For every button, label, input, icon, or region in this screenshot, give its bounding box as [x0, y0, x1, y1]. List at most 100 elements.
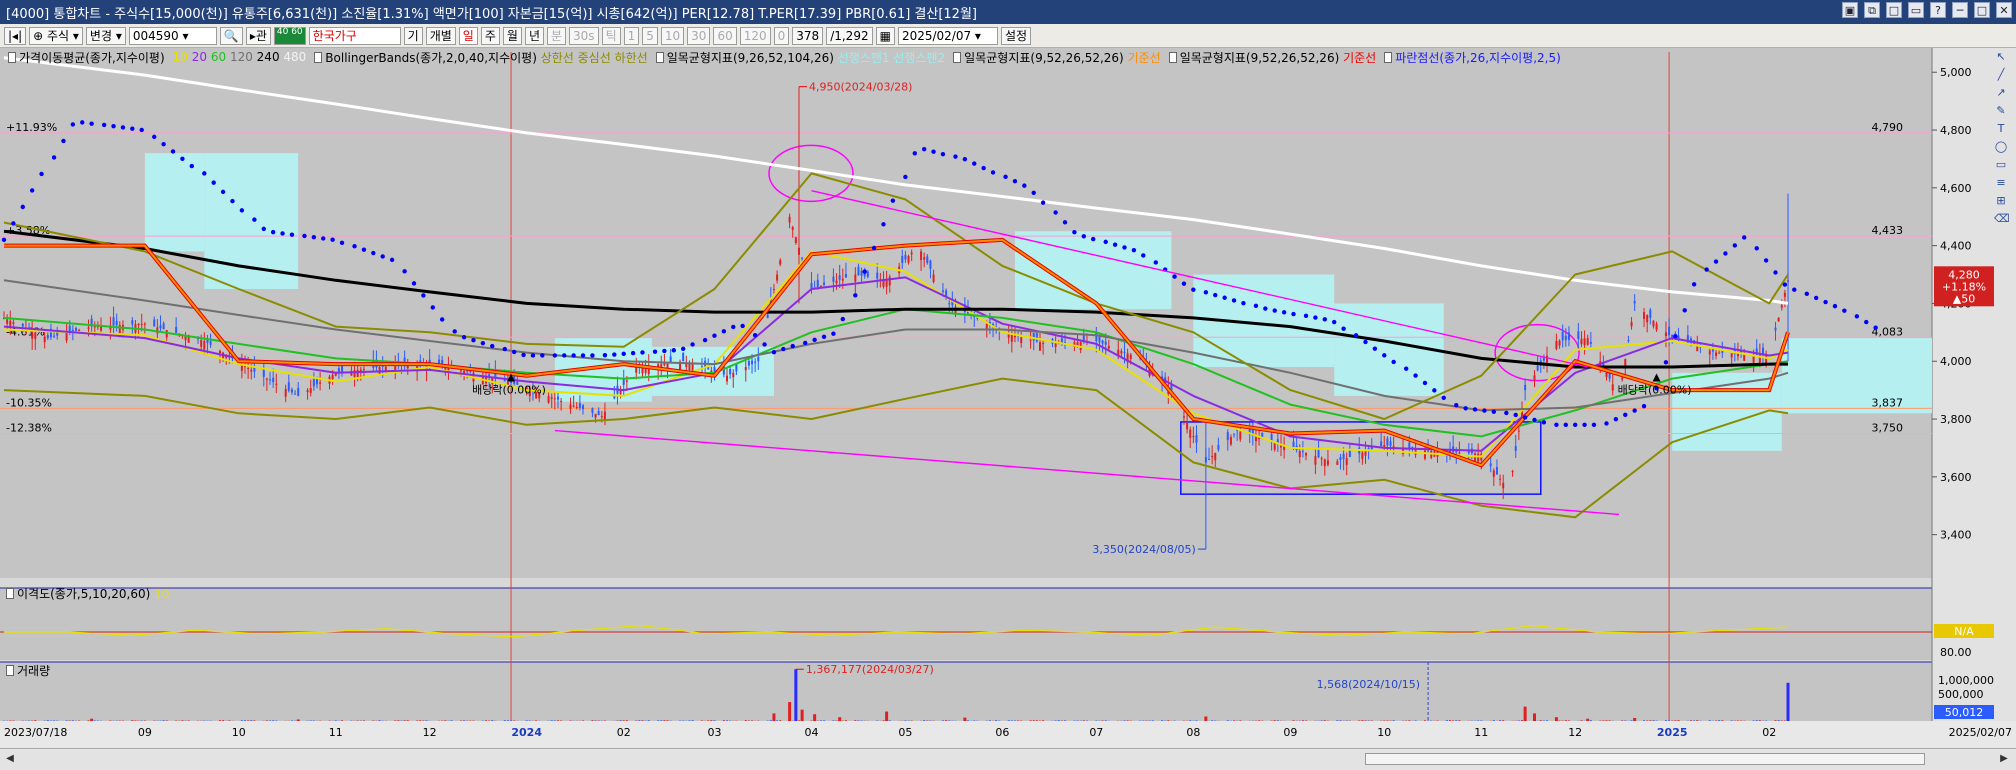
rect-tool-icon[interactable]: ▭ [1994, 158, 2008, 172]
legend-ichi3[interactable]: 일목균형지표(9,52,26,52,26) 기준선 [1168, 49, 1376, 66]
psar-dot [1391, 359, 1396, 365]
minute-60-button[interactable]: 60 [713, 26, 737, 45]
period-day-tab[interactable]: 일 [458, 26, 478, 45]
psar-dot [981, 165, 986, 171]
minute-30-button[interactable]: 30 [687, 26, 711, 45]
volume-bar [1758, 720, 1761, 721]
psar-dot [1222, 295, 1227, 300]
market-select[interactable]: ⊕ 주식 ▾ [29, 26, 83, 45]
volume-bar [945, 720, 948, 721]
prev-stock-button[interactable]: ▸관 [245, 26, 271, 45]
pen-tool-icon[interactable]: ✎ [1994, 104, 2008, 118]
text-tool-icon[interactable]: T [1994, 122, 2008, 136]
change-select[interactable]: 변경 ▾ [85, 26, 126, 45]
psar-dot [461, 335, 467, 340]
legend-ichi2[interactable]: 일목균형지표(9,52,26,52,26) 기준선 [953, 49, 1161, 66]
psar-dot [1432, 388, 1437, 393]
delete-tool-icon[interactable]: ⌫ [1994, 212, 2010, 226]
layout-button[interactable]: □ [1886, 2, 1902, 18]
line-tool-icon[interactable]: ╱ [1994, 68, 2008, 82]
psar-dot [1072, 230, 1077, 235]
checkbox-icon[interactable] [314, 51, 323, 63]
psar-dot [680, 346, 686, 352]
volume-bar [1777, 720, 1780, 721]
ray-tool-icon[interactable]: ↗ [1994, 86, 2008, 100]
volume-bar [582, 720, 585, 721]
psar-dot [1673, 334, 1678, 339]
code-input[interactable]: 004590 ▾ [128, 26, 217, 45]
x-tick-label: 2024 [511, 726, 542, 739]
volume-bar [995, 720, 998, 721]
scroll-thumb[interactable] [1365, 753, 1925, 765]
scroll-right-icon[interactable]: ▶ [1996, 751, 2012, 767]
volume-bar [1652, 720, 1655, 721]
volume-bar [769, 720, 772, 721]
checkbox-icon[interactable] [6, 665, 14, 676]
minimize-button[interactable]: ─ [1952, 2, 1968, 18]
volume-spike [1533, 713, 1537, 721]
minute-10-button[interactable]: 10 [660, 26, 685, 45]
volume-bar [1605, 720, 1608, 721]
volume-bar [513, 720, 516, 721]
count-input[interactable]: 378 [792, 26, 824, 45]
calendar-icon[interactable]: ▦ [875, 26, 895, 45]
minute-120-button[interactable]: 120 [739, 26, 771, 45]
help-button[interactable]: ? [1930, 2, 1946, 18]
scroll-left-icon[interactable]: ◀ [2, 751, 18, 767]
expand-icon[interactable]: |◂| [4, 26, 27, 45]
interval-input[interactable]: 0 [773, 26, 790, 45]
legend-bb[interactable]: BollingerBands(종가,2,0,40,지수이평) 상한선 중심선 하… [314, 49, 648, 66]
candle-body [729, 369, 732, 375]
volume-bar [1677, 720, 1680, 721]
date-select[interactable]: 2025/02/07 ▾ [897, 26, 998, 45]
settings-button[interactable]: 설정 [1000, 26, 1032, 45]
stock-name-field[interactable]: 한국가구 [308, 26, 401, 45]
checkbox-icon[interactable] [1168, 51, 1177, 63]
volume-bar [1608, 720, 1611, 721]
checkbox-icon[interactable] [1384, 51, 1393, 63]
checkbox-icon[interactable] [6, 588, 14, 599]
candle-body [1524, 384, 1527, 391]
period-30s-tab[interactable]: 30s [569, 26, 599, 45]
ellipse-tool-icon[interactable]: ◯ [1994, 140, 2008, 154]
volume-bar [1345, 720, 1348, 721]
link-button[interactable]: ⧉ [1864, 2, 1880, 18]
psar-dot [712, 333, 717, 338]
price-chart[interactable]: 4,7904,4334,0833,8373,750+11.93%+3.58%-4… [0, 48, 2016, 748]
search-icon[interactable]: 🔍 [219, 26, 243, 45]
volume-bar [1226, 720, 1229, 721]
close-button[interactable]: ✕ [1996, 2, 2012, 18]
candle-body [600, 416, 603, 418]
horizontal-scrollbar[interactable]: ◀ ▶ [0, 748, 2016, 770]
volume-bar [109, 720, 112, 721]
period-tick-tab[interactable]: 틱 [601, 26, 621, 45]
period-minute-tab[interactable]: 분 [546, 26, 567, 45]
candle-body [1104, 341, 1107, 345]
cursor-icon[interactable]: ↖ [1994, 50, 2008, 64]
psar-dot [630, 350, 636, 356]
grid-tool-icon[interactable]: ⊞ [1994, 194, 2008, 208]
period-month-tab[interactable]: 월 [502, 26, 522, 45]
checkbox-icon[interactable] [655, 51, 664, 63]
legend-ma[interactable]: 가격이동평균(종가,지수이평) [8, 49, 165, 66]
checkbox-icon[interactable] [8, 51, 16, 63]
candle-body [1495, 467, 1498, 475]
candle-body [87, 327, 90, 329]
legend-psar[interactable]: 파란점선(종가,26,지수이평,2,5) [1384, 49, 1561, 66]
volume-bar [594, 720, 597, 721]
psar-dot [1572, 422, 1578, 428]
psar-dot [111, 123, 116, 129]
period-year-tab[interactable]: 년 [524, 26, 544, 45]
psar-dot [230, 198, 235, 204]
split-button[interactable]: ▭ [1908, 2, 1924, 18]
period-week-tab[interactable]: 주 [480, 26, 500, 45]
fib-tool-icon[interactable]: ≡ [1994, 176, 2008, 190]
minute-5-button[interactable]: 5 [642, 26, 658, 45]
minute-1-button[interactable]: 1 [623, 26, 640, 45]
individual-button[interactable]: 개별 [425, 26, 456, 45]
maximize-button[interactable]: □ [1974, 2, 1990, 18]
gi-button[interactable]: 기 [403, 26, 423, 45]
pin-button[interactable]: ▣ [1842, 2, 1858, 18]
legend-ichi1[interactable]: 일목균형지표(9,26,52,104,26) 선행스팬1 선행스팬2 [655, 49, 945, 66]
checkbox-icon[interactable] [953, 51, 962, 63]
